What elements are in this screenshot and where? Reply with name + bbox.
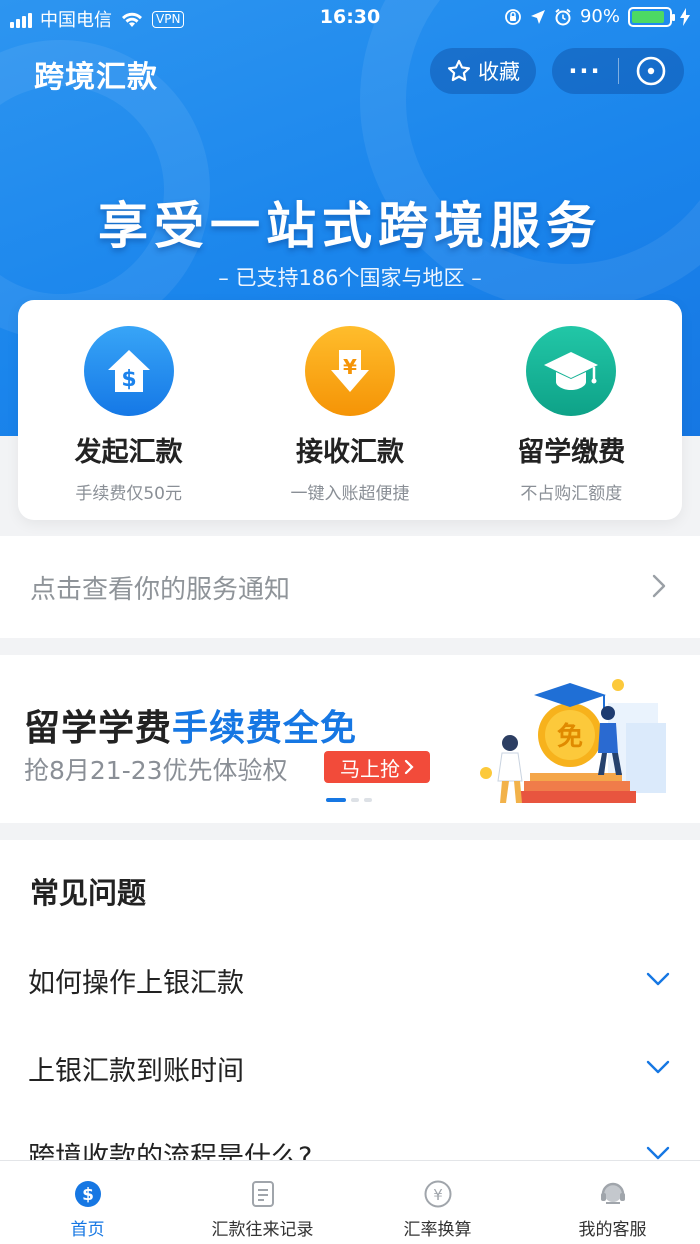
promo-title-highlight: 手续费全免 bbox=[172, 708, 358, 749]
dollar-circle-icon: $ bbox=[74, 1181, 101, 1207]
faq-question: 上银汇款到账时间 bbox=[28, 1055, 244, 1087]
promo-subtitle: 抢8月21-23优先体验权 bbox=[24, 756, 288, 785]
service-name: 留学缴费 bbox=[517, 437, 626, 468]
service-desc: 一键入账超便捷 bbox=[290, 484, 410, 504]
document-icon bbox=[251, 1181, 274, 1207]
tab-label: 汇率换算 bbox=[403, 1220, 472, 1240]
promo-title: 留学学费手续费全免 bbox=[24, 699, 357, 751]
headset-icon bbox=[600, 1182, 625, 1204]
service-desc: 不占购汇额度 bbox=[520, 484, 623, 504]
faq-question: 如何操作上银汇款 bbox=[28, 967, 244, 999]
rotation-lock-icon bbox=[505, 8, 521, 25]
svg-text:¥: ¥ bbox=[433, 1186, 443, 1204]
tab-label: 我的客服 bbox=[578, 1220, 647, 1240]
tab-label: 汇款往来记录 bbox=[211, 1220, 314, 1240]
tab-remittance-records[interactable]: 汇款往来记录 bbox=[175, 1161, 350, 1244]
svg-text:$: $ bbox=[121, 367, 136, 392]
close-mini-program-button[interactable] bbox=[619, 55, 683, 87]
service-receive-remittance[interactable]: ¥ 接收汇款 一键入账超便捷 bbox=[239, 300, 460, 520]
svg-text:¥: ¥ bbox=[343, 355, 357, 379]
svg-text:$: $ bbox=[82, 1185, 94, 1205]
page-title: 跨境汇款 bbox=[34, 60, 158, 95]
chevron-down-icon bbox=[646, 972, 670, 986]
service-card: $ 发起汇款 手续费仅50元 ¥ 接收汇款 一键入账超便捷 留学缴费 不占购汇额… bbox=[18, 300, 682, 520]
grab-now-button[interactable]: 马上抢 bbox=[324, 751, 430, 783]
alarm-icon bbox=[555, 8, 571, 25]
status-bar: 中国电信 VPN 16:30 90% bbox=[0, 0, 700, 36]
notice-text: 点击查看你的服务通知 bbox=[30, 574, 291, 605]
carousel-dot[interactable] bbox=[326, 798, 346, 802]
service-desc: 手续费仅50元 bbox=[75, 484, 182, 504]
service-name: 发起汇款 bbox=[74, 437, 183, 468]
cta-label: 马上抢 bbox=[340, 756, 400, 781]
graduation-cap-icon bbox=[526, 326, 617, 416]
chevron-down-icon bbox=[646, 1060, 670, 1074]
chevron-down-icon bbox=[646, 1146, 670, 1160]
service-name: 接收汇款 bbox=[295, 437, 404, 468]
service-notice-row[interactable]: 点击查看你的服务通知 bbox=[0, 536, 700, 638]
carousel-dot[interactable] bbox=[351, 798, 359, 802]
chevron-right-icon bbox=[652, 574, 666, 598]
tab-customer-service[interactable]: 我的客服 bbox=[525, 1161, 700, 1244]
battery-percent: 90% bbox=[579, 6, 620, 27]
banner-subtitle: – 已支持186个国家与地区 – bbox=[218, 266, 482, 290]
dollar-house-icon: $ bbox=[83, 326, 174, 416]
faq-item[interactable]: 上银汇款到账时间 bbox=[0, 1038, 700, 1098]
battery-icon bbox=[628, 6, 675, 27]
carousel-indicator bbox=[326, 798, 372, 802]
more-button[interactable]: ··· bbox=[552, 51, 618, 91]
charging-icon bbox=[680, 7, 690, 26]
location-icon bbox=[530, 9, 545, 24]
mini-program-capsule: ··· bbox=[552, 48, 684, 94]
favorite-button[interactable]: 收藏 bbox=[430, 48, 536, 94]
service-send-remittance[interactable]: $ 发起汇款 手续费仅50元 bbox=[18, 300, 239, 520]
promo-banner[interactable]: 留学学费手续费全免 抢8月21-23优先体验权 马上抢 免 bbox=[0, 655, 700, 823]
bottom-tab-bar: $ 首页 汇款往来记录 ¥ 汇率换算 我的客服 bbox=[0, 1160, 700, 1244]
promo-badge-text: 免 bbox=[557, 721, 583, 752]
tuition-illustration: 免 bbox=[480, 679, 666, 803]
yuan-down-arrow-icon: ¥ bbox=[304, 326, 395, 416]
faq-item[interactable]: 如何操作上银汇款 bbox=[0, 950, 700, 1010]
faq-heading: 常见问题 bbox=[30, 876, 147, 910]
tab-exchange-rate[interactable]: ¥ 汇率换算 bbox=[350, 1161, 525, 1244]
close-circle-icon bbox=[636, 56, 666, 86]
battery-fill bbox=[632, 10, 665, 23]
favorite-label: 收藏 bbox=[478, 60, 520, 84]
chevron-right-icon bbox=[404, 759, 414, 775]
carousel-dot[interactable] bbox=[364, 798, 372, 802]
tab-label: 首页 bbox=[70, 1220, 105, 1240]
faq-section: 常见问题 如何操作上银汇款 上银汇款到账时间 跨境收款的流程是什么? bbox=[0, 840, 700, 1173]
service-tuition-payment[interactable]: 留学缴费 不占购汇额度 bbox=[461, 300, 682, 520]
banner-title: 享受一站式跨境服务 bbox=[98, 197, 602, 255]
star-icon bbox=[447, 59, 471, 82]
yuan-circle-icon: ¥ bbox=[424, 1180, 451, 1208]
tab-home[interactable]: $ 首页 bbox=[0, 1161, 175, 1244]
promo-title-main: 留学学费 bbox=[24, 708, 173, 749]
